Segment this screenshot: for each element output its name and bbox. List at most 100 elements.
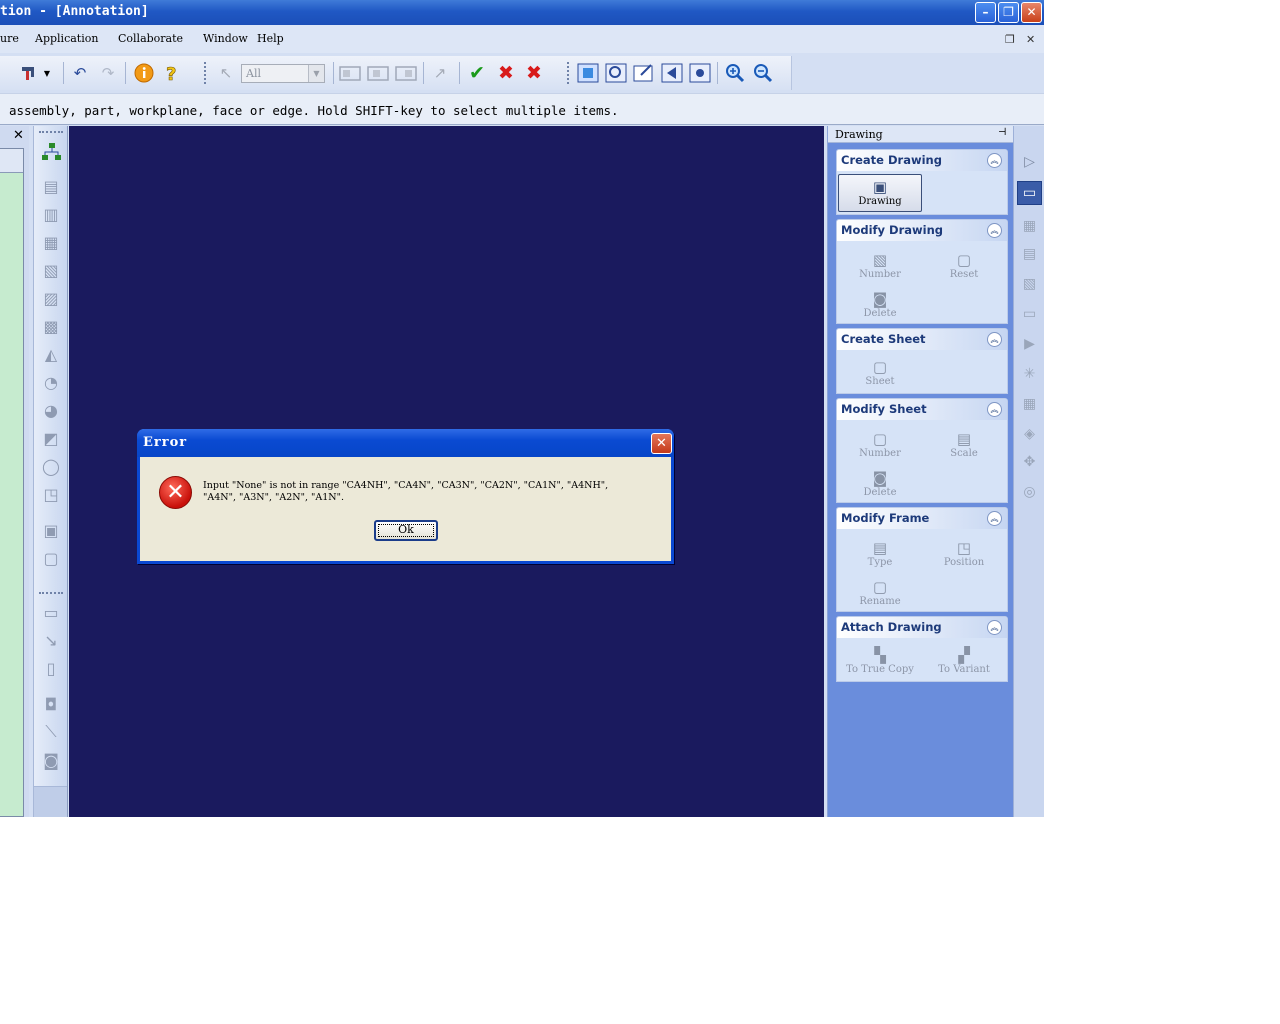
view-tool-3-icon[interactable]: [394, 62, 418, 84]
mdi-close-button[interactable]: ✕: [1026, 33, 1035, 46]
view-clip-icon[interactable]: ◭: [39, 342, 63, 366]
view-projected-icon[interactable]: ▥: [39, 202, 63, 226]
tool-select-icon[interactable]: [18, 62, 42, 84]
cancel-x-icon[interactable]: ✖: [494, 62, 518, 84]
fit-view-icon[interactable]: [576, 62, 600, 84]
ok-button[interactable]: Ok: [374, 520, 438, 541]
sheet-delete-button[interactable]: ◙ Delete: [838, 466, 922, 502]
collapse-chevron-icon[interactable]: ︽: [987, 223, 1002, 238]
filter-pointer-icon[interactable]: ↖: [214, 62, 238, 84]
drawing-tab-icon[interactable]: ▭: [1017, 181, 1042, 205]
frame-type-button[interactable]: ▤ Type: [838, 536, 922, 574]
frame-rename-button[interactable]: ▢ Rename: [838, 575, 922, 611]
close-icon[interactable]: ✕: [13, 128, 24, 143]
group-header[interactable]: Modify Drawing ︽: [837, 220, 1007, 241]
view-auxiliary-icon[interactable]: ▨: [39, 286, 63, 310]
frame-position-button[interactable]: ◳ Position: [922, 536, 1006, 574]
view-tool-2-icon[interactable]: [366, 62, 390, 84]
group-header[interactable]: Modify Sheet ︽: [837, 399, 1007, 420]
menu-item-application[interactable]: Application: [35, 32, 98, 45]
group-header[interactable]: Create Drawing ︽: [837, 150, 1007, 171]
create-sheet-button[interactable]: ▢ Sheet: [838, 355, 922, 393]
collapse-chevron-icon[interactable]: ︽: [987, 332, 1002, 347]
tab-misc-icon[interactable]: ◎: [1017, 480, 1042, 504]
toolbar-grip[interactable]: [567, 62, 570, 84]
restore-button[interactable]: ❐: [998, 2, 1019, 23]
tab-views-icon[interactable]: ▦: [1017, 214, 1042, 238]
text-leader-icon[interactable]: ↘: [39, 628, 63, 652]
browser-tree-area[interactable]: [0, 148, 24, 817]
view-move-icon[interactable]: ◩: [39, 426, 63, 450]
view-base-icon[interactable]: ▤: [39, 174, 63, 198]
tab-details-icon[interactable]: ▧: [1017, 272, 1042, 296]
menu-item-window[interactable]: Window: [203, 32, 248, 45]
zoom-out-icon[interactable]: [751, 62, 775, 84]
zoom-window-icon[interactable]: [604, 62, 628, 84]
pan-view-icon[interactable]: [688, 62, 712, 84]
menu-item-structure[interactable]: ure: [0, 32, 19, 45]
mdi-restore-button[interactable]: ❐: [1005, 33, 1015, 46]
tab-table-icon[interactable]: ▦: [1017, 392, 1042, 416]
cancel-all-icon[interactable]: ✖: [522, 62, 546, 84]
confirm-check-icon[interactable]: ✔: [465, 62, 489, 84]
minimize-button[interactable]: –: [975, 2, 996, 23]
view-detail-icon[interactable]: ▧: [39, 258, 63, 282]
view-edit-icon[interactable]: ◳: [39, 482, 63, 506]
drawing-reset-button[interactable]: ▢ Reset: [922, 248, 1006, 286]
view-broken-icon[interactable]: ▩: [39, 314, 63, 338]
sheet-scale-button[interactable]: ▤ Scale: [922, 427, 1006, 465]
view-frame-icon[interactable]: [632, 62, 656, 84]
toolbar-grip[interactable]: [204, 62, 207, 84]
balloon-icon[interactable]: ◘: [39, 692, 63, 716]
close-button[interactable]: ✕: [1021, 2, 1042, 23]
redo-icon[interactable]: ↷: [96, 62, 120, 84]
drawing-delete-button[interactable]: ◙ Delete: [838, 287, 922, 323]
symbol-icon[interactable]: ◙: [39, 748, 63, 772]
create-drawing-button[interactable]: ▣ Drawing: [838, 174, 922, 212]
collapse-chevron-icon[interactable]: ︽: [987, 402, 1002, 417]
view-remove-icon[interactable]: ▢: [39, 546, 63, 570]
undo-icon[interactable]: ↶: [68, 62, 92, 84]
group-header[interactable]: Modify Frame ︽: [837, 508, 1007, 529]
view-add-icon[interactable]: ▣: [39, 518, 63, 542]
view-rotate-icon[interactable]: ◔: [39, 370, 63, 394]
toolbar-grip[interactable]: [39, 131, 63, 133]
previous-view-icon[interactable]: [660, 62, 684, 84]
dialog-close-button[interactable]: ✕: [651, 433, 672, 454]
tab-leader-icon[interactable]: ▶: [1017, 332, 1042, 356]
attach-true-copy-button[interactable]: ▚ To True Copy: [838, 643, 922, 681]
pin-icon[interactable]: ⊣: [998, 127, 1007, 138]
selection-filter-select[interactable]: All ▼: [241, 64, 325, 83]
tab-hatch-icon[interactable]: ✳: [1017, 362, 1042, 386]
group-header[interactable]: Attach Drawing ︽: [837, 617, 1007, 638]
zoom-in-icon[interactable]: [723, 62, 747, 84]
collapse-chevron-icon[interactable]: ︽: [987, 153, 1002, 168]
view-modify-icon[interactable]: ◕: [39, 398, 63, 422]
tab-move-icon[interactable]: ✥: [1017, 450, 1042, 474]
collapse-chevron-icon[interactable]: ︽: [987, 620, 1002, 635]
structure-tree-icon[interactable]: [39, 140, 63, 164]
view-section-icon[interactable]: ▦: [39, 230, 63, 254]
toolbar-grip[interactable]: [39, 592, 63, 594]
text-edit-icon[interactable]: ▯: [39, 656, 63, 680]
view-hide-icon[interactable]: ◯: [39, 454, 63, 478]
sheet-number-button[interactable]: ▢ Number: [838, 427, 922, 465]
tab-text-icon[interactable]: ▭: [1017, 302, 1042, 326]
collapse-chevron-icon[interactable]: ︽: [987, 511, 1002, 526]
menu-item-collaborate[interactable]: Collaborate: [118, 32, 183, 45]
dialog-title-bar[interactable]: Error ✕: [137, 429, 674, 457]
group-header[interactable]: Create Sheet ︽: [837, 329, 1007, 350]
tab-symbols-icon[interactable]: ◈: [1017, 422, 1042, 446]
text-abc-icon[interactable]: ▭: [39, 600, 63, 624]
help-icon[interactable]: ?: [160, 62, 184, 84]
info-icon[interactable]: [132, 62, 156, 84]
leader-line-icon[interactable]: ⟍: [39, 720, 63, 744]
drawing-number-button[interactable]: ▧ Number: [838, 248, 922, 286]
menu-item-help[interactable]: Help: [257, 32, 284, 45]
play-arrow-icon[interactable]: ▷: [1017, 150, 1042, 174]
dropdown-arrow-icon[interactable]: ▼: [40, 62, 54, 84]
attach-variant-button[interactable]: ▞ To Variant: [922, 643, 1006, 681]
arrow-tool-icon[interactable]: ↗: [428, 62, 452, 84]
tab-sections-icon[interactable]: ▤: [1017, 242, 1042, 266]
view-tool-1-icon[interactable]: [338, 62, 362, 84]
